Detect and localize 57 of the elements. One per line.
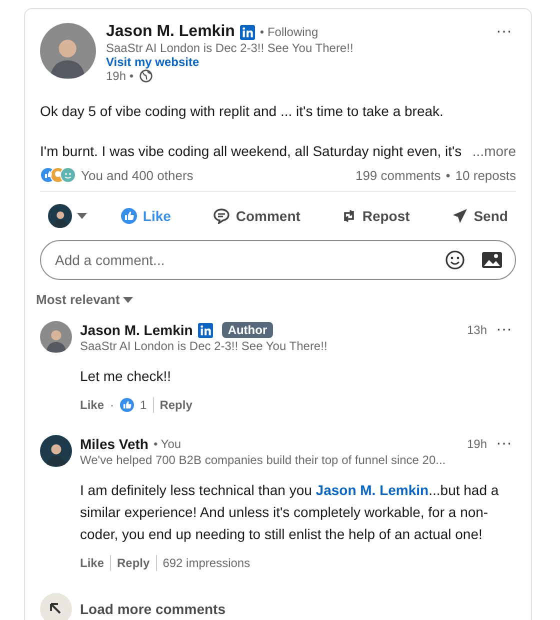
commenter-name[interactable]: Miles Veth — [80, 436, 148, 452]
reply-button[interactable]: Reply — [117, 556, 150, 570]
mention-link[interactable]: Jason M. Lemkin — [316, 482, 429, 498]
post-time: 19h • — [106, 69, 134, 83]
thumbs-up-icon — [120, 398, 134, 412]
avatar[interactable] — [40, 321, 72, 353]
comment-field[interactable]: Add a comment... — [40, 240, 516, 280]
linkedin-logo-icon — [240, 24, 255, 40]
author-badge: Author — [222, 322, 274, 338]
you-label: • You — [153, 437, 182, 451]
repost-arrows-icon — [342, 208, 356, 224]
post-text: I'm burnt. I was vibe coding all weekend, all Saturday night even, it's — [40, 142, 462, 161]
linkedin-logo-icon — [198, 322, 213, 338]
more-options-button[interactable]: ··· — [492, 435, 516, 453]
like-button[interactable]: Like — [80, 556, 104, 570]
website-link[interactable]: Visit my website — [106, 55, 482, 69]
comment-text: Let me check!! — [80, 367, 172, 386]
speech-bubble-icon — [212, 208, 230, 224]
avatar[interactable] — [40, 435, 72, 467]
see-more-link[interactable]: ...more — [472, 143, 516, 159]
separator-dot: · — [110, 398, 114, 412]
post-text: Ok day 5 of vibe coding with replit and ... it's time to take a break. — [40, 102, 444, 121]
following-label: • Following — [260, 25, 318, 39]
caret-icon — [77, 213, 87, 219]
paper-plane-icon — [452, 208, 468, 224]
smiley-icon[interactable] — [445, 250, 465, 270]
more-options-button[interactable]: ··· — [492, 23, 516, 41]
image-icon[interactable] — [481, 251, 503, 269]
comment-time: 13h — [466, 323, 488, 337]
like-button[interactable]: Like — [80, 398, 104, 412]
comment-input[interactable]: Add a comment... — [53, 251, 429, 269]
load-more-button[interactable]: Load more comments — [40, 593, 226, 620]
comments-count[interactable]: 199 comments — [355, 168, 441, 182]
author-name[interactable]: Jason M. Lemkin — [106, 23, 235, 41]
reposts-count[interactable]: 10 reposts — [455, 168, 516, 182]
action-button[interactable]: Like — [112, 202, 179, 230]
action-button[interactable]: Send — [444, 202, 516, 230]
reply-button[interactable]: Reply — [160, 398, 192, 412]
comment-text: I am definitely less technical than you Jason M. Lemkin...but had a similar experience! And unless it's completely workable, for a non-coder, you end up needing to still enlist the help of an actual one! — [80, 481, 500, 544]
thumbs-up-icon — [120, 208, 137, 224]
avatar[interactable] — [48, 204, 72, 228]
commenter-headline: SaaStr AI London is Dec 2-3!! See You There!! — [80, 339, 328, 353]
separator-dot: • — [446, 168, 450, 182]
comment-time: 19h — [466, 437, 488, 451]
sort-dropdown[interactable]: Most relevant — [36, 292, 133, 307]
caret-icon — [122, 296, 133, 302]
commenter-headline: We've helped 700 B2B companies build their top of funnel since 20... — [80, 453, 447, 467]
commenter-name[interactable]: Jason M. Lemkin — [80, 322, 193, 338]
impressions-count: 692 impressions — [162, 556, 250, 570]
globe-icon — [138, 69, 153, 83]
action-button[interactable]: Repost — [334, 202, 418, 230]
author-headline: SaaStr AI London is Dec 2-3!! See You There!! — [106, 41, 354, 55]
reaction-icons — [40, 167, 76, 183]
more-options-button[interactable]: ··· — [492, 321, 516, 339]
reactions-count[interactable]: You and 400 others — [81, 168, 194, 182]
like-count: 1 — [140, 398, 147, 412]
action-button[interactable]: Comment — [204, 202, 308, 230]
